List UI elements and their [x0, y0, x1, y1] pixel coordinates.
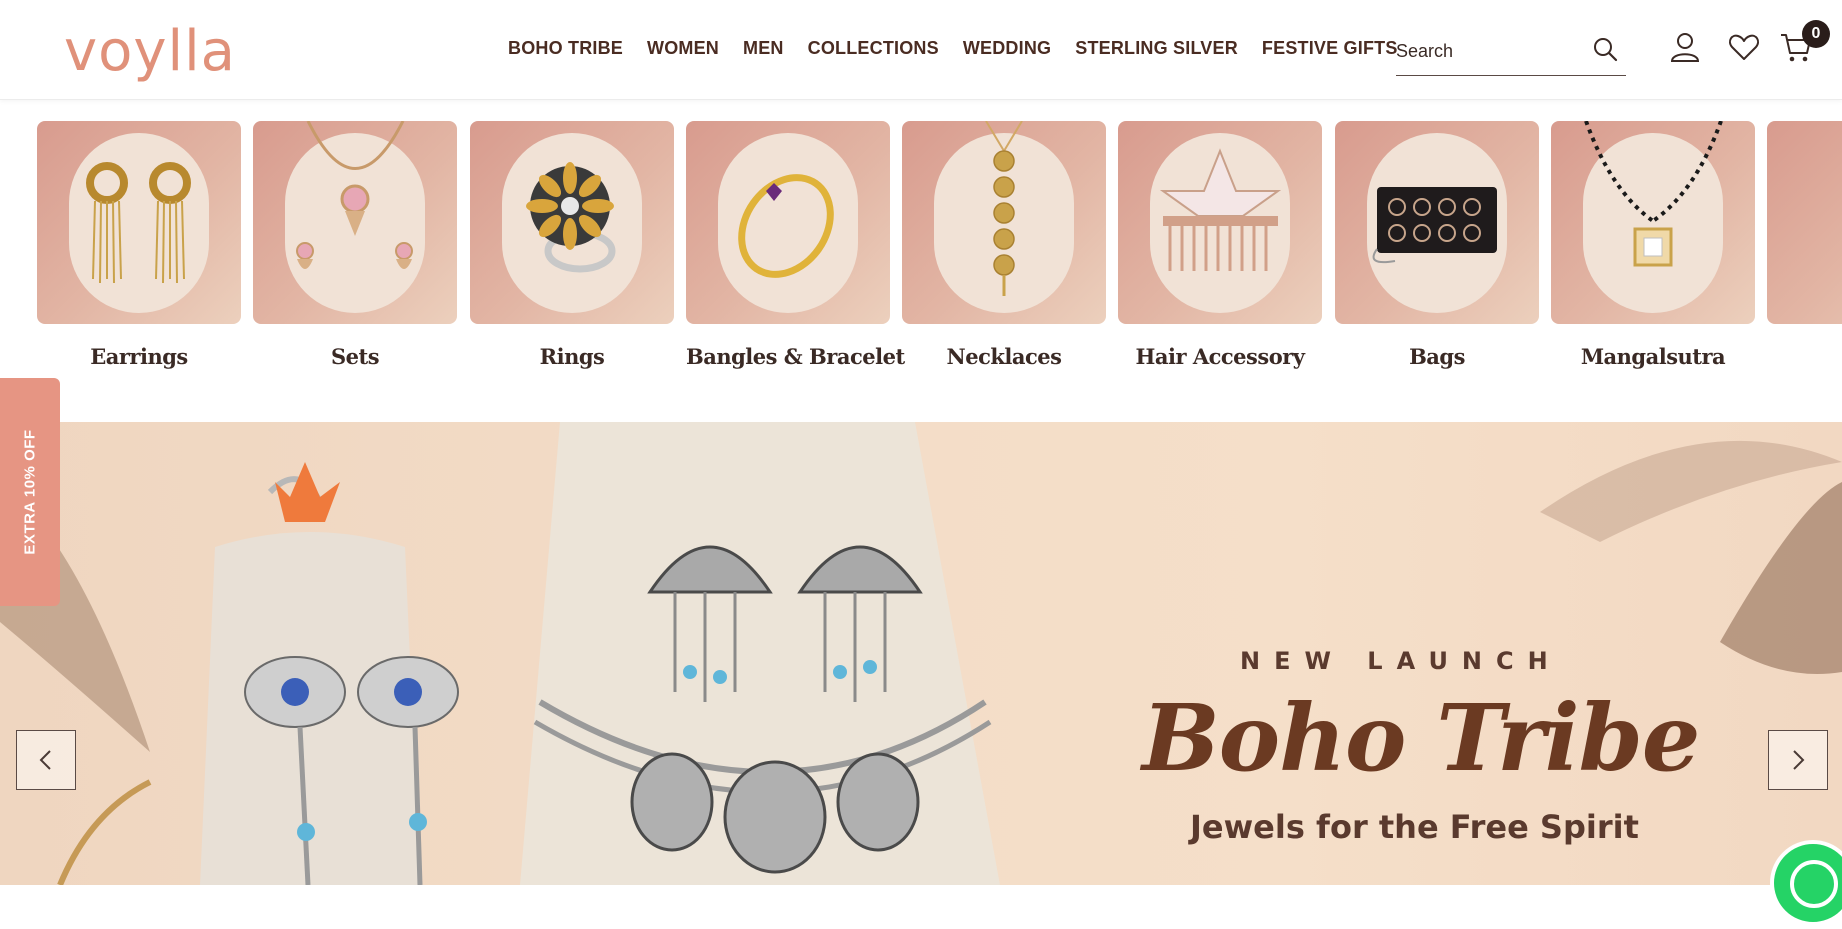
category-label: Rings [539, 344, 605, 369]
site-header: voylla BOHO TRIBE WOMEN MEN COLLECTIONS … [0, 0, 1842, 100]
hero-banner[interactable]: NEW LAUNCH Boho Tribe Jewels for the Fre… [0, 422, 1842, 885]
category-earrings[interactable]: Earrings [37, 121, 241, 369]
category-tile [686, 121, 890, 324]
category-bags[interactable]: Bags [1335, 121, 1539, 369]
category-label: Bags [1409, 344, 1465, 369]
search-bar [1396, 30, 1626, 76]
nav-item-collections[interactable]: COLLECTIONS [808, 38, 939, 59]
bangle-image [738, 174, 834, 278]
ring-image [526, 162, 616, 273]
category-label: Mangalsutra [1580, 344, 1726, 369]
earrings-image [86, 162, 191, 284]
category-rings[interactable]: Rings [470, 121, 674, 369]
extra-offer-tab[interactable]: EXTRA 10% OFF [0, 378, 60, 606]
chevron-right-icon [1793, 750, 1805, 770]
nav-item-sterling-silver[interactable]: STERLING SILVER [1075, 38, 1238, 59]
category-next-partial[interactable] [1767, 121, 1842, 324]
extra-offer-label: EXTRA 10% OFF [21, 429, 39, 555]
user-icon[interactable] [1668, 30, 1702, 64]
heart-icon[interactable] [1727, 30, 1761, 64]
search-input[interactable] [1396, 36, 1586, 66]
category-label: Necklaces [946, 344, 1062, 369]
banner-title: Boho Tribe [1142, 684, 1700, 792]
necklace-image [985, 121, 1023, 296]
category-tile [902, 121, 1106, 324]
category-tile [1767, 121, 1842, 324]
jewellery-set-image [296, 121, 413, 269]
nav-item-festive-gifts[interactable]: FESTIVE GIFTS [1262, 38, 1398, 59]
cart-count-badge: 0 [1802, 20, 1830, 48]
banner-kicker: NEW LAUNCH [1240, 647, 1562, 675]
category-label: Hair Accessory [1135, 344, 1305, 369]
category-label: Earrings [90, 344, 188, 369]
banner-next-button[interactable] [1768, 730, 1828, 790]
category-carousel: Earrings Sets Rings Bangles & Bracelet N… [0, 100, 1842, 422]
category-label: Bangles & Bracelet [686, 344, 905, 369]
nav-item-wedding[interactable]: WEDDING [963, 38, 1051, 59]
chevron-left-icon [39, 750, 51, 770]
clutch-bag-image [1372, 187, 1497, 264]
category-tile [1118, 121, 1322, 324]
logo-text: voylla [64, 19, 236, 84]
hair-comb-image [1159, 148, 1282, 271]
logo[interactable]: voylla [64, 19, 236, 84]
category-tile [253, 121, 457, 324]
category-mangalsutra[interactable]: Mangalsutra [1551, 121, 1755, 369]
category-bangles[interactable]: Bangles & Bracelet [686, 121, 905, 369]
category-tile [37, 121, 241, 324]
category-necklaces[interactable]: Necklaces [902, 121, 1106, 369]
search-icon[interactable] [1592, 36, 1618, 62]
nav-item-boho-tribe[interactable]: BOHO TRIBE [508, 38, 623, 59]
whatsapp-icon [1790, 860, 1838, 908]
banner-subtitle: Jewels for the Free Spirit [1190, 808, 1639, 846]
nav-item-women[interactable]: WOMEN [647, 38, 719, 59]
whatsapp-chat-button[interactable] [1770, 840, 1842, 926]
mangalsutra-image [1584, 121, 1723, 267]
nav-item-men[interactable]: MEN [743, 38, 784, 59]
category-tile [1551, 121, 1755, 324]
banner-prev-button[interactable] [16, 730, 76, 790]
category-tile [470, 121, 674, 324]
category-label: Sets [330, 344, 380, 369]
category-tile [1335, 121, 1539, 324]
category-hair-accessory[interactable]: Hair Accessory [1118, 121, 1322, 369]
main-nav: BOHO TRIBE WOMEN MEN COLLECTIONS WEDDING… [508, 38, 1398, 59]
category-sets[interactable]: Sets [253, 121, 457, 369]
